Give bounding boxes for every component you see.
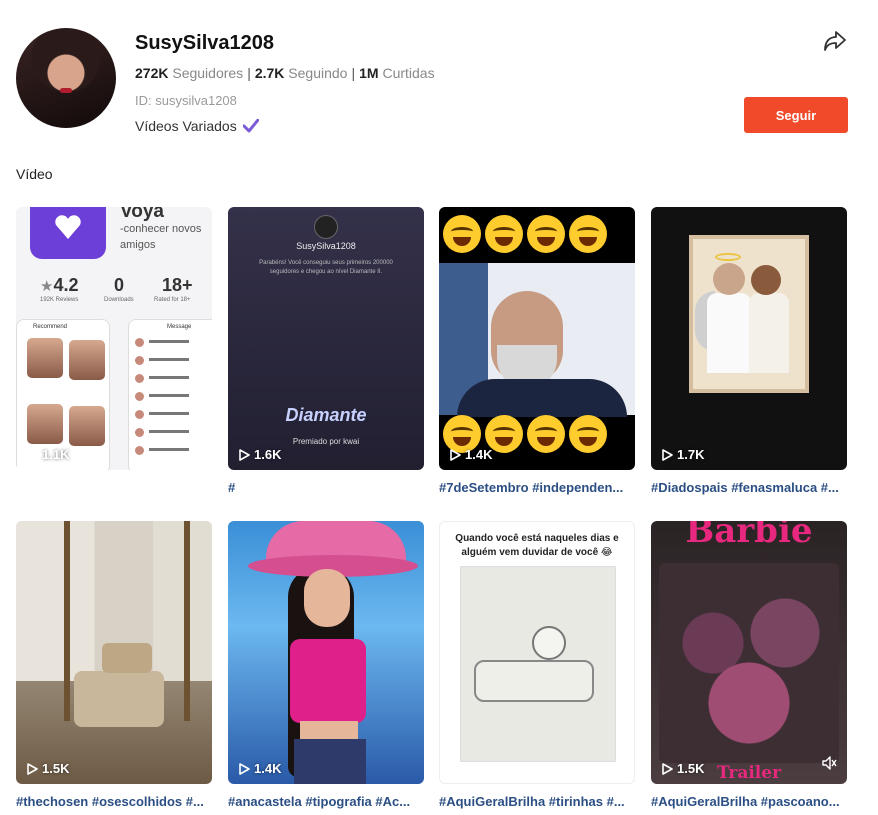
view-count: 1.5K	[26, 761, 69, 776]
age-rating-label: Rated for 18+	[154, 297, 191, 303]
view-count: 1.4K	[238, 761, 281, 776]
video-caption[interactable]: #AquiGeralBrilha #tirinhas #...	[439, 794, 635, 812]
view-count: 1.1K	[26, 447, 69, 462]
play-icon	[662, 448, 673, 461]
play-icon	[239, 448, 250, 461]
play-icon	[27, 448, 38, 461]
video-thumbnail[interactable]: Quando você está naqueles dias e alguém …	[439, 521, 635, 784]
bio: Vídeos Variados	[135, 118, 259, 134]
video-thumbnail[interactable]: Voya -conhecer novos amigos ★4.2 192K Re…	[16, 207, 212, 470]
thumb-username: SusySilva1208	[296, 241, 356, 251]
video-caption[interactable]: #Diadospais #fenasmaluca #...	[651, 480, 847, 498]
tab-recommend: Recommend	[33, 324, 68, 330]
view-count: 1.5K	[661, 761, 704, 776]
video-card[interactable]: 1.4K #anacastela #tipografia #Ac...	[228, 521, 424, 812]
video-caption[interactable]: #thechosen #osescolhidos #...	[16, 794, 212, 812]
video-caption[interactable]	[16, 480, 212, 498]
video-card[interactable]: 1.7K #Diadospais #fenasmaluca #...	[651, 207, 847, 498]
profile-name: SusySilva1208	[135, 32, 274, 54]
app-subtitle: -conhecer novos amigos	[120, 223, 202, 251]
thumb-badge: Diamante	[285, 405, 367, 425]
follow-button[interactable]: Seguir	[744, 97, 848, 133]
video-thumbnail[interactable]: Barbie Trailer 1.5K	[651, 521, 847, 784]
video-card[interactable]: Quando você está naqueles dias e alguém …	[439, 521, 635, 812]
view-count: 1.4K	[449, 447, 492, 462]
thumb-title: Barbie	[685, 521, 813, 551]
user-id: ID: susysilva1208	[135, 93, 237, 108]
likes-count: 1M	[359, 65, 379, 81]
video-card[interactable]: Barbie Trailer 1.5K #AquiGeralBrilha #pa…	[651, 521, 847, 812]
share-arrow-icon[interactable]	[822, 28, 848, 54]
video-thumbnail[interactable]: 1.5K	[16, 521, 212, 784]
video-thumbnail[interactable]: 1.7K	[651, 207, 847, 470]
video-caption[interactable]: #7deSetembro #independen...	[439, 480, 635, 498]
video-thumbnail[interactable]: SusySilva1208 Parabéns! Você conseguiu s…	[228, 207, 424, 470]
thumb-credit: Premiado por kwai	[292, 437, 360, 446]
profile-stats: 272K Seguidores | 2.7K Seguindo | 1M Curtida…	[135, 65, 435, 81]
video-card[interactable]: 1.5K #thechosen #osescolhidos #...	[16, 521, 212, 812]
section-title: Vídeo	[16, 166, 53, 182]
following-count: 2.7K	[254, 65, 285, 81]
video-card[interactable]: Voya -conhecer novos amigos ★4.2 192K Re…	[16, 207, 212, 498]
play-icon	[450, 448, 461, 461]
view-count: 1.6K	[238, 447, 281, 462]
followers-label: Seguidores	[172, 65, 244, 81]
age-rating-value: 18+	[162, 275, 193, 295]
video-thumbnail[interactable]: 1.4K	[228, 521, 424, 784]
video-card[interactable]: 1.4K #7deSetembro #independen...	[439, 207, 635, 498]
play-icon	[239, 762, 250, 775]
followers-count: 272K	[135, 65, 169, 81]
rating-label: 192K Reviews	[40, 297, 79, 303]
play-icon	[662, 762, 673, 775]
following-label: Seguindo	[288, 65, 348, 81]
downloads-value: 0	[114, 275, 125, 295]
likes-label: Curtidas	[382, 65, 435, 81]
tab-message: Message	[167, 324, 192, 330]
video-caption[interactable]: #anacastela #tipografia #Ac...	[228, 794, 424, 812]
view-count: 1.7K	[661, 447, 704, 462]
bio-text: Vídeos Variados	[135, 118, 237, 134]
video-caption[interactable]: #AquiGeralBrilha #pascoano...	[651, 794, 847, 812]
video-thumbnail[interactable]: 1.4K	[439, 207, 635, 470]
avatar	[16, 28, 116, 128]
video-caption[interactable]: #	[228, 480, 424, 498]
play-icon	[27, 762, 38, 775]
video-card[interactable]: SusySilva1208 Parabéns! Você conseguiu s…	[228, 207, 424, 498]
muted-speaker-icon[interactable]	[821, 755, 837, 776]
rating-value: ★4.2	[40, 275, 79, 295]
checkmark-icon	[242, 119, 259, 133]
thumb-text: Quando você está naqueles dias e alguém …	[455, 533, 619, 558]
downloads-label: Downloads	[104, 297, 134, 303]
thumb-message: Parabéns! Você conseguiu seus primeiros …	[259, 260, 393, 275]
